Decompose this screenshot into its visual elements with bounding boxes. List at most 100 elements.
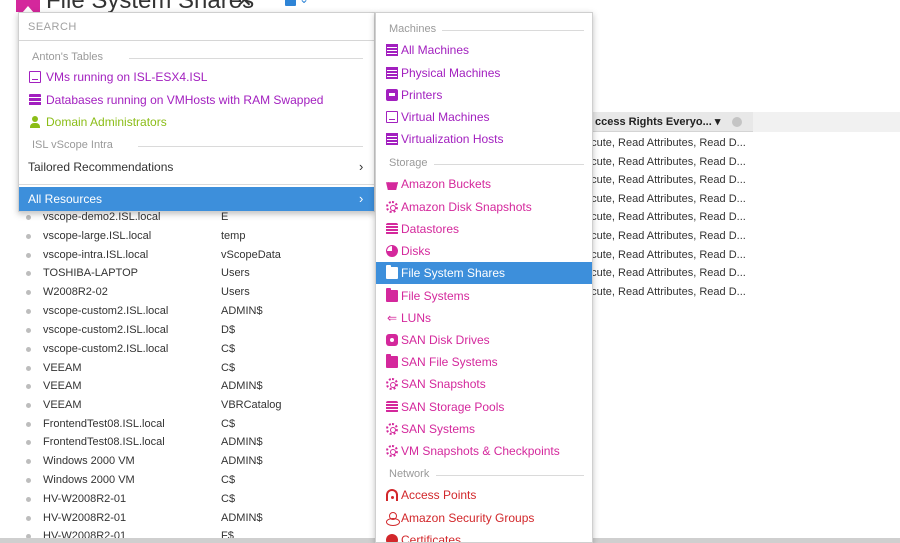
divider	[442, 30, 584, 31]
host-cell: HV-W2008R2-01	[43, 512, 127, 524]
column-settings-icon[interactable]	[732, 117, 742, 127]
column-header-access-rights[interactable]: ccess Rights Everyo... ▾	[593, 112, 753, 132]
share-cell: Users	[221, 286, 250, 298]
group-label-storage: Storage	[389, 157, 428, 169]
menu-item-file-systems[interactable]: File Systems	[376, 285, 592, 307]
snapshot-icon	[386, 378, 398, 390]
divider	[434, 164, 584, 165]
menu-item-tailored-recommendations[interactable]: Tailored Recommendations ›	[19, 155, 374, 179]
menu-item-label: SAN File Systems	[401, 355, 498, 369]
bookmark-icon[interactable]	[16, 0, 40, 13]
header-gutter	[753, 112, 900, 132]
row-status-dot	[26, 328, 31, 333]
menu-item-vm-snapshots-checkpoints[interactable]: VM Snapshots & Checkpoints	[376, 440, 592, 462]
menu-item-domain-administrators[interactable]: Domain Administrators	[19, 111, 374, 133]
table-cell: ecute, Read Attributes, Read D...	[593, 171, 753, 190]
menu-item-databases-ram-swapped[interactable]: Databases running on VMHosts with RAM Sw…	[19, 89, 374, 111]
menu-item-label: Tailored Recommendations	[28, 160, 174, 174]
row-status-dot	[26, 497, 31, 502]
search-input[interactable]	[19, 13, 374, 41]
folder-icon	[386, 354, 398, 368]
menu-item-virtual-machines[interactable]: Virtual Machines	[376, 106, 592, 128]
menu-item-san-disk-drives[interactable]: SAN Disk Drives	[376, 329, 592, 351]
drive-icon	[386, 334, 398, 346]
menu-item-label: Printers	[401, 88, 443, 102]
wifi-icon	[386, 489, 398, 501]
menu-item-amazon-security-groups[interactable]: Amazon Security Groups	[376, 507, 592, 529]
host-cell: TOSHIBA-LAPTOP	[43, 267, 138, 279]
menu-item-label: Physical Machines	[401, 66, 501, 80]
menu-item-amazon-disk-snapshots[interactable]: Amazon Disk Snapshots	[376, 196, 592, 218]
menu-item-printers[interactable]: Printers	[376, 84, 592, 106]
menu-item-label: VM Snapshots & Checkpoints	[401, 444, 560, 458]
share-cell: VBRCatalog	[221, 399, 282, 411]
row-status-dot	[26, 234, 31, 239]
table-cell: ecute, Read Attributes, Read D...	[593, 246, 753, 265]
menu-item-label: Databases running on VMHosts with RAM Sw…	[46, 93, 324, 107]
share-cell: Users	[221, 267, 250, 279]
table-cell: ecute, Read Attributes, Read D...	[593, 134, 753, 153]
menu-item-label: SAN Storage Pools	[401, 400, 505, 414]
menu-item-datastores[interactable]: Datastores	[376, 218, 592, 240]
menu-item-label: SAN Disk Drives	[401, 333, 490, 347]
menu-item-disks[interactable]: Disks	[376, 240, 592, 262]
divider	[436, 475, 584, 476]
menu-item-amazon-buckets[interactable]: Amazon Buckets	[376, 173, 592, 195]
host-cell: FrontendTest08.ISL.local	[43, 436, 165, 448]
divider	[19, 184, 374, 185]
host-cell: VEEAM	[43, 380, 82, 392]
menu-item-label: Domain Administrators	[46, 115, 167, 129]
divider	[129, 58, 363, 59]
chevron-right-icon: ›	[359, 159, 364, 174]
share-cell: C$	[221, 362, 236, 374]
host-icon	[386, 133, 398, 145]
row-status-dot	[26, 290, 31, 295]
cell-text: ecute, Read Attributes, Read D...	[593, 193, 746, 205]
title-bar: File System Shares ✕ ⌄	[0, 0, 900, 14]
menu-item-file-system-shares[interactable]: File System Shares	[376, 262, 592, 284]
disk-icon	[386, 245, 398, 257]
menu-item-certificates[interactable]: Certificates	[376, 529, 592, 542]
snapshot-icon	[386, 445, 398, 457]
server-icon	[386, 67, 398, 79]
menu-item-virtualization-hosts[interactable]: Virtualization Hosts	[376, 128, 592, 150]
group-label-isl-vscope-intra: ISL vScope Intra	[32, 139, 113, 151]
menu-item-san-snapshots[interactable]: SAN Snapshots	[376, 373, 592, 395]
row-status-dot	[26, 422, 31, 427]
menu-item-label: LUNs	[401, 311, 432, 325]
row-status-dot	[26, 253, 31, 258]
menu-item-label: All Machines	[401, 43, 470, 57]
menu-item-san-file-systems[interactable]: SAN File Systems	[376, 351, 592, 373]
security-group-icon	[386, 512, 400, 526]
menu-item-label: All Resources	[28, 192, 103, 206]
save-icon[interactable]	[285, 0, 296, 6]
host-cell: FrontendTest08.ISL.local	[43, 418, 165, 430]
menu-item-san-storage-pools[interactable]: SAN Storage Pools	[376, 396, 592, 418]
menu-item-all-resources[interactable]: All Resources ›	[19, 187, 374, 211]
host-cell: vscope-intra.ISL.local	[43, 249, 149, 261]
host-cell: VEEAM	[43, 399, 82, 411]
menu-item-san-systems[interactable]: SAN Systems	[376, 418, 592, 440]
row-status-dot	[26, 459, 31, 464]
share-cell: temp	[221, 230, 246, 242]
menu-item-luns[interactable]: ⇐ LUNs	[376, 307, 592, 329]
host-cell: vscope-large.ISL.local	[43, 230, 152, 242]
cell-text: ecute, Read Attributes, Read D...	[593, 267, 746, 279]
menu-item-access-points[interactable]: Access Points	[376, 484, 592, 506]
vm-icon	[386, 111, 398, 123]
printer-icon	[386, 89, 398, 101]
menu-item-all-machines[interactable]: All Machines	[376, 39, 592, 61]
table-cell: ecute, Read Attributes, Read D...	[593, 227, 753, 246]
share-cell: ADMIN$	[221, 436, 263, 448]
menu-item-physical-machines[interactable]: Physical Machines	[376, 62, 592, 84]
menu-item-vms-on-esx4[interactable]: VMs running on ISL-ESX4.ISL	[19, 66, 374, 88]
cell-text: ecute, Read Attributes, Read D...	[593, 249, 746, 261]
share-cell: C$	[221, 474, 236, 486]
share-cell: vScopeData	[221, 249, 281, 261]
all-resources-submenu: Machines All Machines Physical Machines …	[375, 12, 593, 543]
share-cell: ADMIN$	[221, 305, 263, 317]
cell-text: ecute, Read Attributes, Read D...	[593, 230, 746, 242]
menu-item-label: VMs running on ISL-ESX4.ISL	[46, 70, 208, 84]
menu-item-label: Virtual Machines	[401, 110, 490, 124]
chevron-down-icon[interactable]: ⌄	[299, 0, 309, 6]
